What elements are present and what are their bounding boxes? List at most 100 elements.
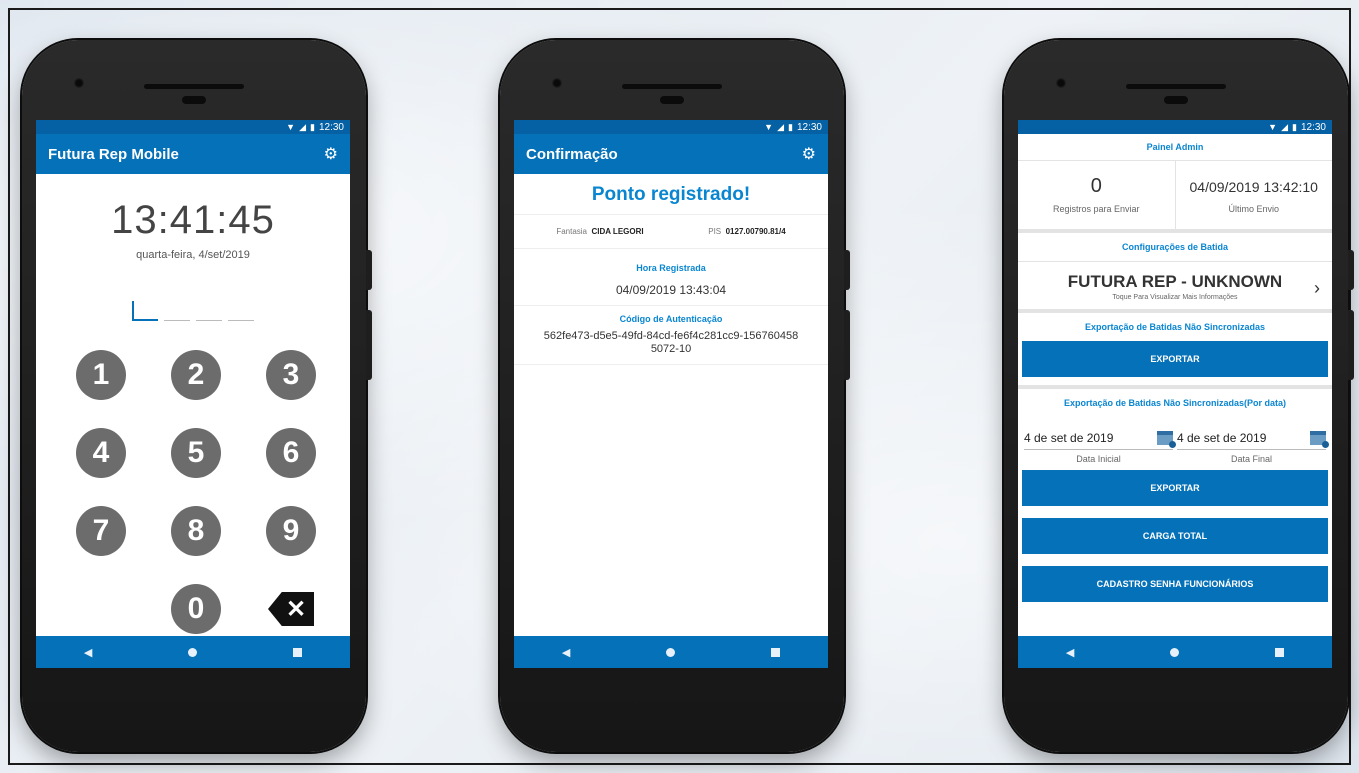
- android-nav-bar: ◀: [514, 636, 828, 668]
- fantasia-value: CIDA LEGORI: [591, 227, 644, 236]
- earpiece: [622, 84, 722, 89]
- registros-cell: 0 Registros para Enviar: [1018, 161, 1176, 229]
- gear-icon[interactable]: ⚙: [324, 144, 338, 164]
- key-2[interactable]: 2: [171, 350, 221, 400]
- rep-name: FUTURA REP - UNKNOWN: [1067, 272, 1283, 291]
- key-1[interactable]: 1: [76, 350, 126, 400]
- key-7[interactable]: 7: [76, 506, 126, 556]
- pis-label: PIS: [708, 227, 722, 236]
- app-bar: Confirmação ⚙: [514, 134, 828, 174]
- app-title: Futura Rep Mobile: [48, 145, 179, 163]
- calendar-icon[interactable]: [1310, 431, 1329, 448]
- config-section-title: Configurações de Batida: [1121, 242, 1229, 252]
- home-icon[interactable]: [1170, 647, 1180, 657]
- app-bar: Futura Rep Mobile ⚙: [36, 134, 350, 174]
- pin-slot: [196, 301, 222, 321]
- status-bar: ▼ ◢ ▮ 12:30: [36, 120, 350, 134]
- phone-admin-panel: ▼ ◢ ▮ 12:30 Painel Admin 0 Registros par…: [1004, 40, 1354, 752]
- back-icon[interactable]: ◀: [562, 646, 570, 659]
- screen: ▼ ◢ ▮ 12:30 Painel Admin 0 Registros par…: [1018, 120, 1332, 668]
- end-date-field[interactable]: 4 de set de 2019: [1177, 431, 1329, 450]
- confirmation-headline: Ponto registrado!: [514, 174, 828, 215]
- home-icon[interactable]: [188, 647, 198, 657]
- home-icon[interactable]: [666, 647, 676, 657]
- codigo-autenticacao-value: 562fe473-d5e5-49fd-84cd-fe6f4c281cc9-156…: [514, 324, 828, 365]
- battery-icon: ▮: [788, 121, 793, 132]
- front-camera: [552, 78, 562, 88]
- key-8[interactable]: 8: [171, 506, 221, 556]
- back-icon[interactable]: ◀: [84, 646, 92, 659]
- rep-hint: Toque Para Visualizar Mais Informações: [1112, 294, 1238, 301]
- rep-device-item[interactable]: FUTURA REP - UNKNOWN Toque Para Visualiz…: [1018, 261, 1332, 313]
- gear-icon[interactable]: ⚙: [802, 144, 816, 164]
- status-time: 12:30: [1300, 121, 1326, 133]
- backspace-icon: ✕: [268, 592, 314, 626]
- codigo-line-2: 5072-10: [650, 343, 692, 355]
- recent-apps-icon[interactable]: [771, 647, 781, 657]
- key-6[interactable]: 6: [266, 428, 316, 478]
- key-0[interactable]: 0: [171, 584, 221, 634]
- key-5[interactable]: 5: [171, 428, 221, 478]
- date-display: quarta-feira, 4/set/2019: [136, 249, 250, 261]
- status-time: 12:30: [318, 121, 344, 133]
- carga-total-button[interactable]: CARGA TOTAL: [1022, 518, 1328, 554]
- wifi-icon: ▼: [286, 122, 296, 132]
- status-bar: ▼ ◢ ▮ 12:30: [514, 120, 828, 134]
- registros-count: 0: [1090, 175, 1102, 197]
- screen: ▼ ◢ ▮ 12:30 Futura Rep Mobile ⚙ 13:41:45…: [36, 120, 350, 668]
- sync-stats: 0 Registros para Enviar 04/09/2019 13:42…: [1018, 161, 1332, 233]
- start-date-label: Data Inicial: [1076, 454, 1121, 464]
- pin-input[interactable]: [36, 301, 350, 321]
- volume-button: [366, 250, 372, 290]
- pin-slot: [164, 301, 190, 321]
- key-3[interactable]: 3: [266, 350, 316, 400]
- battery-icon: ▮: [310, 121, 315, 132]
- signal-icon: ◢: [1281, 121, 1289, 132]
- export-button[interactable]: EXPORTAR: [1022, 341, 1328, 377]
- android-nav-bar: ◀: [1018, 636, 1332, 668]
- app-title: Confirmação: [526, 145, 618, 163]
- ultimo-envio-label: Último Envio: [1228, 204, 1279, 214]
- codigo-autenticacao-label: Código de Autenticação: [619, 314, 723, 324]
- earpiece: [1126, 84, 1226, 89]
- calendar-icon[interactable]: [1157, 431, 1176, 448]
- key-9[interactable]: 9: [266, 506, 316, 556]
- status-bar: ▼ ◢ ▮ 12:30: [1018, 120, 1332, 134]
- phone-pin-entry: ▼ ◢ ▮ 12:30 Futura Rep Mobile ⚙ 13:41:45…: [22, 40, 372, 752]
- signal-icon: ◢: [777, 121, 785, 132]
- cadastro-senha-button[interactable]: CADASTRO SENHA FUNCIONÁRIOS: [1022, 566, 1328, 602]
- clock-display: 13:41:45: [111, 198, 275, 242]
- export-by-date-button[interactable]: EXPORTAR: [1022, 470, 1328, 506]
- pis-field: PIS 0127.00790.81/4: [708, 227, 785, 236]
- back-icon[interactable]: ◀: [1066, 646, 1074, 659]
- start-date-field[interactable]: 4 de set de 2019: [1024, 431, 1176, 450]
- wifi-icon: ▼: [1268, 122, 1278, 132]
- power-button: [844, 310, 850, 380]
- key-empty: [76, 584, 126, 634]
- key-4[interactable]: 4: [76, 428, 126, 478]
- fantasia-field: Fantasia CIDA LEGORI: [556, 227, 643, 236]
- front-camera: [1056, 78, 1066, 88]
- pin-slot: [228, 301, 254, 321]
- recent-apps-icon[interactable]: [1275, 647, 1285, 657]
- export-section-title: Exportação de Batidas Não Sincronizadas: [1084, 322, 1266, 332]
- battery-icon: ▮: [1292, 121, 1297, 132]
- phone-confirmation: ▼ ◢ ▮ 12:30 Confirmação ⚙ Ponto registra…: [500, 40, 850, 752]
- backspace-button[interactable]: ✕: [266, 584, 316, 634]
- end-date-value: 4 de set de 2019: [1177, 431, 1267, 445]
- screen: ▼ ◢ ▮ 12:30 Confirmação ⚙ Ponto registra…: [514, 120, 828, 668]
- panel-title: Painel Admin: [1018, 134, 1332, 161]
- start-date-value: 4 de set de 2019: [1024, 431, 1114, 445]
- employee-info-row: Fantasia CIDA LEGORI PIS 0127.00790.81/4: [514, 215, 828, 249]
- date-range: 4 de set de 2019 4 de set de 2019: [1018, 417, 1332, 450]
- chevron-right-icon: ›: [1314, 278, 1320, 298]
- export-by-date-title: Exportação de Batidas Não Sincronizadas(…: [1018, 385, 1332, 417]
- fantasia-label: Fantasia: [556, 227, 587, 236]
- power-button: [366, 310, 372, 380]
- recent-apps-icon[interactable]: [293, 647, 303, 657]
- volume-button: [844, 250, 850, 290]
- proximity-sensor: [182, 96, 206, 104]
- registros-label: Registros para Enviar: [1052, 204, 1140, 214]
- pis-value: 0127.00790.81/4: [725, 227, 786, 236]
- proximity-sensor: [660, 96, 684, 104]
